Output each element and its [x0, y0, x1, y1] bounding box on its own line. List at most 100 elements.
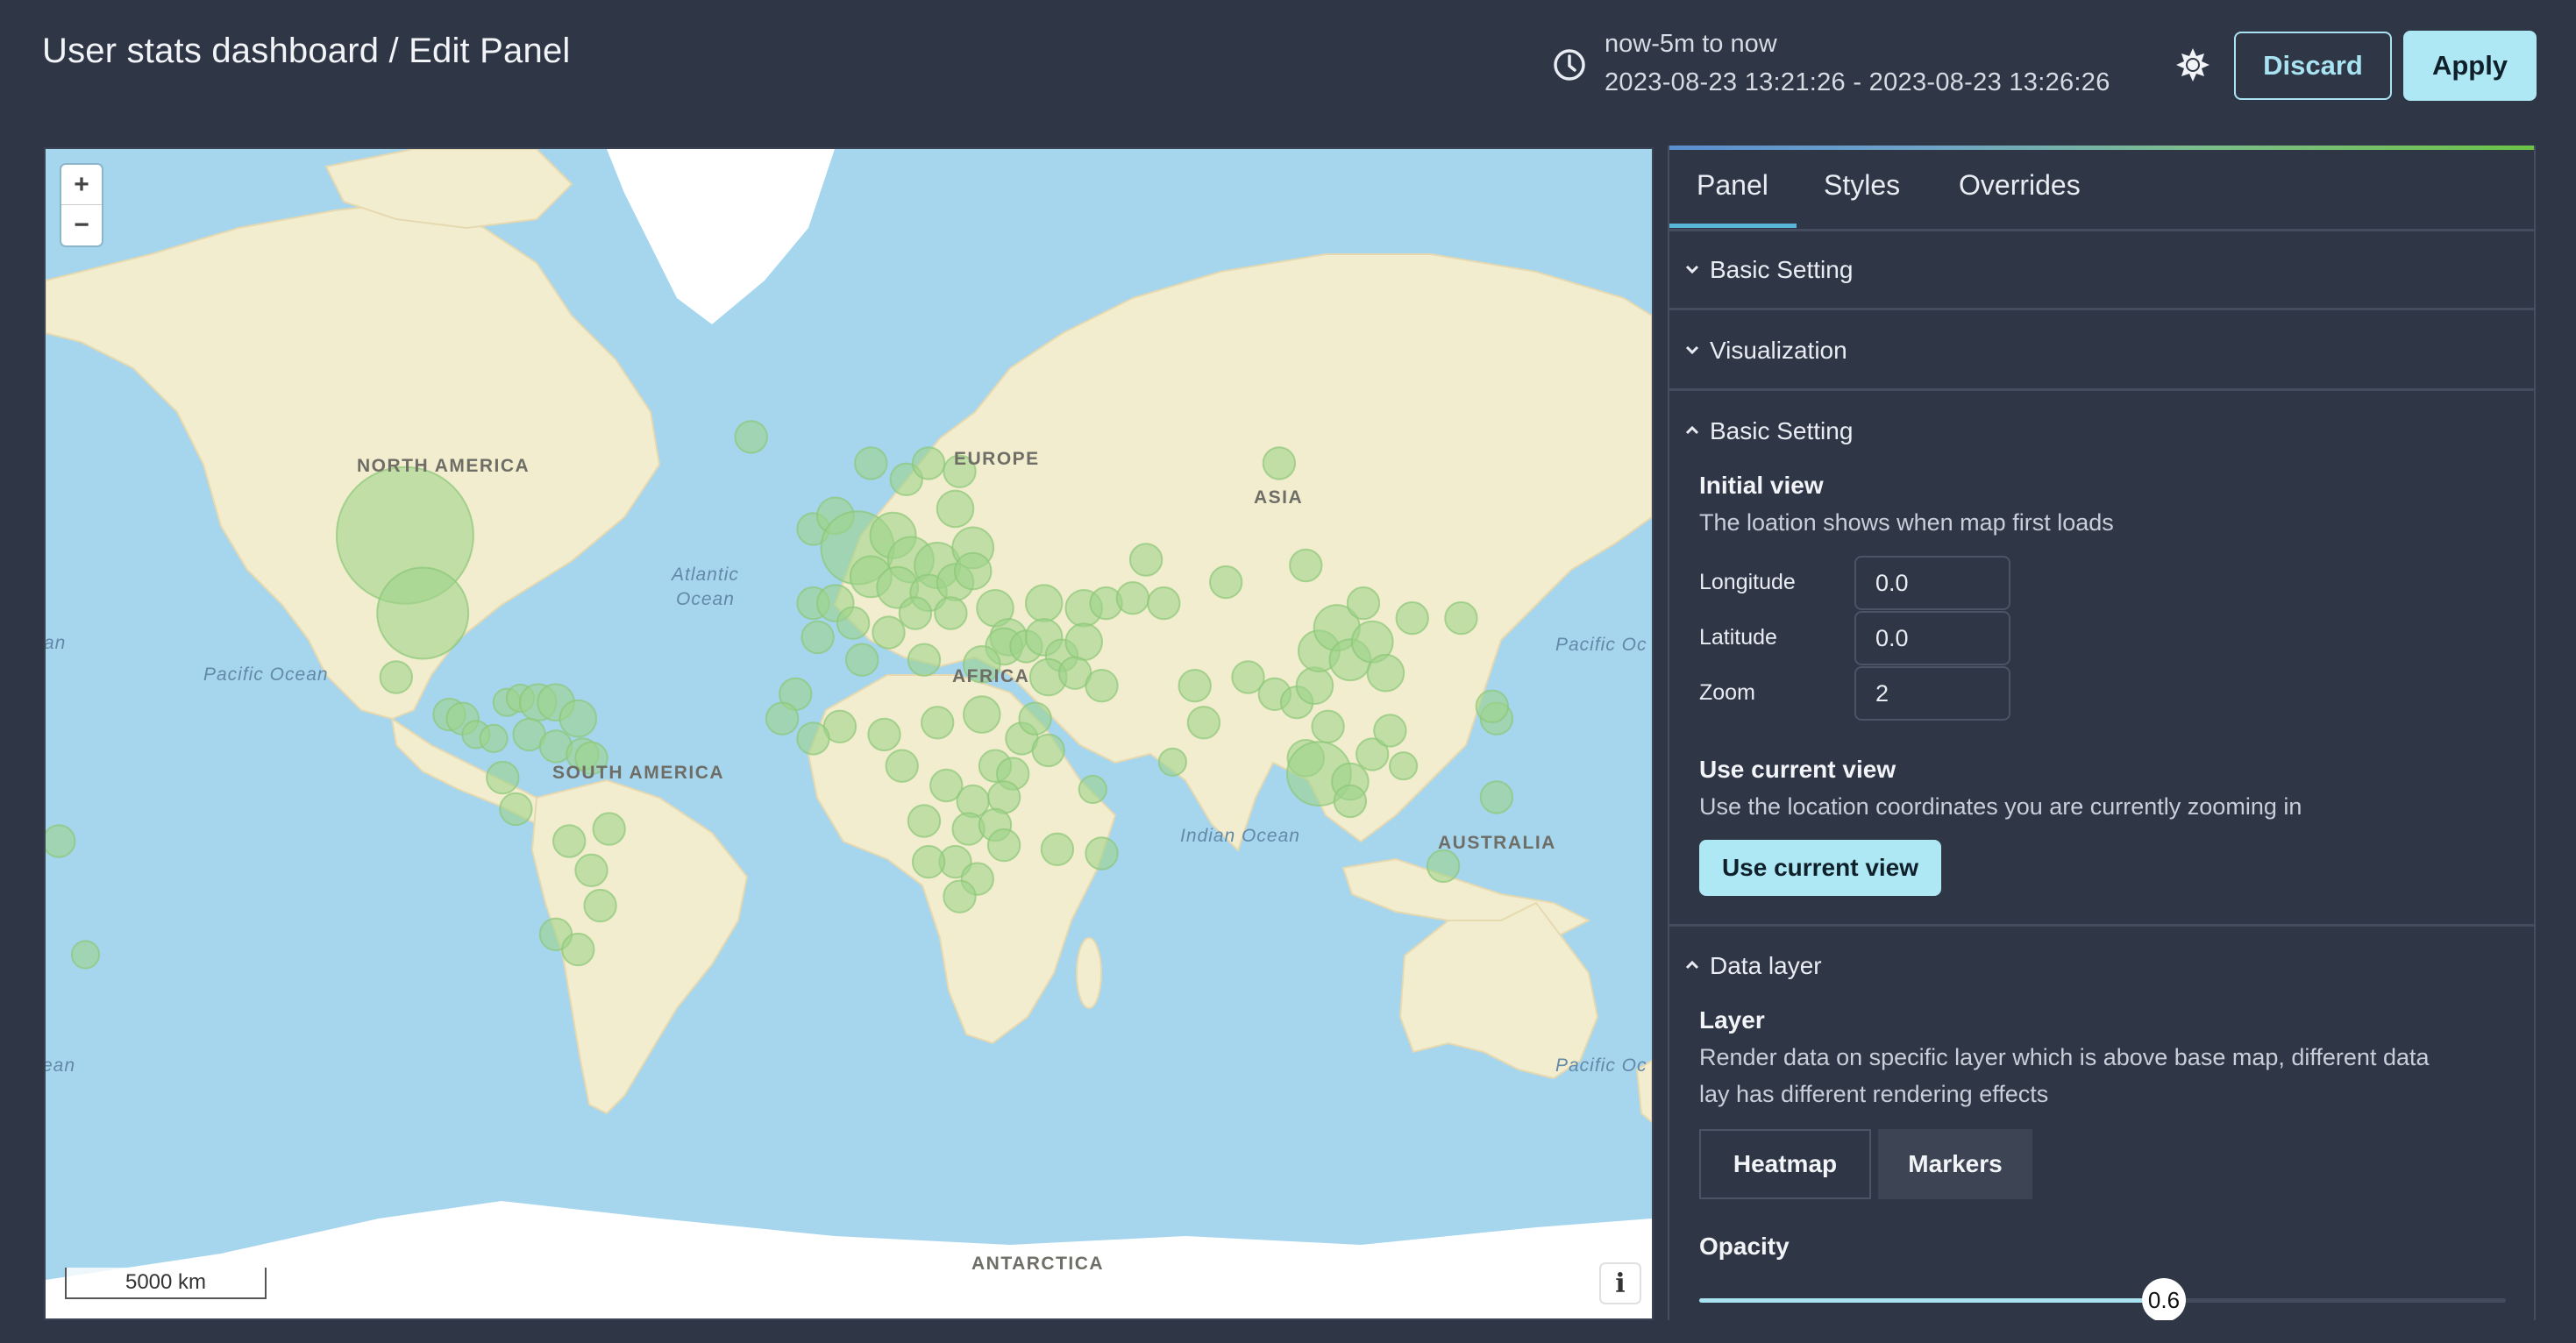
map-marker[interactable] — [379, 660, 413, 694]
map-marker[interactable] — [1444, 600, 1478, 636]
map-marker[interactable] — [1395, 600, 1429, 636]
tab-styles[interactable]: Styles — [1824, 169, 1900, 202]
map-marker[interactable] — [574, 853, 608, 887]
zoom-control: + − — [61, 165, 102, 245]
map-marker[interactable] — [592, 812, 626, 846]
section-basic-setting-collapsed[interactable]: Basic Setting — [1669, 231, 2534, 310]
label-africa: AFRICA — [952, 666, 1030, 686]
layer-option-markers[interactable]: Markers — [1878, 1129, 2032, 1199]
map-marker[interactable] — [1085, 836, 1119, 870]
layer-option-heatmap[interactable]: Heatmap — [1699, 1129, 1871, 1199]
map-marker[interactable] — [836, 606, 871, 640]
map-marker[interactable] — [986, 828, 1021, 863]
map-marker[interactable] — [845, 643, 879, 677]
world-map[interactable]: NORTH AMERICA SOUTH AMERICA EUROPE AFRIC… — [44, 147, 1654, 1320]
map-marker[interactable] — [872, 615, 906, 650]
map-marker[interactable] — [963, 695, 1001, 734]
map-marker[interactable] — [1295, 666, 1334, 706]
map-marker[interactable] — [559, 699, 598, 738]
map-marker[interactable] — [1389, 751, 1419, 781]
map-marker[interactable] — [907, 643, 942, 677]
map-marker[interactable] — [1311, 709, 1345, 743]
map-marker[interactable] — [1186, 706, 1221, 740]
zoom-out-button[interactable]: − — [61, 205, 102, 245]
map-marker[interactable] — [898, 596, 933, 630]
map-marker[interactable] — [376, 566, 470, 660]
map-marker[interactable] — [1346, 586, 1381, 621]
map-marker[interactable] — [801, 620, 835, 655]
initial-view-title: Initial view — [1699, 472, 1824, 499]
apply-button[interactable]: Apply — [2403, 31, 2537, 101]
map-marker[interactable] — [1128, 543, 1163, 577]
map-marker[interactable] — [1085, 669, 1119, 703]
map-marker[interactable] — [943, 879, 977, 913]
map-marker[interactable] — [921, 706, 955, 740]
map-marker[interactable] — [1078, 774, 1107, 805]
use-current-view-button[interactable]: Use current view — [1699, 840, 1941, 896]
map-marker[interactable] — [583, 888, 617, 923]
map-marker[interactable] — [765, 701, 800, 735]
map-marker[interactable] — [479, 723, 509, 754]
map-marker[interactable] — [885, 749, 919, 783]
map-marker[interactable] — [1178, 669, 1212, 703]
map-marker[interactable] — [46, 824, 76, 858]
map-marker[interactable] — [499, 792, 533, 827]
zoom-in-button[interactable]: + — [61, 165, 102, 205]
map-marker[interactable] — [907, 804, 942, 838]
map-marker[interactable] — [1373, 714, 1407, 748]
map-marker[interactable] — [911, 446, 946, 480]
map-marker[interactable] — [936, 489, 975, 529]
map-marker[interactable] — [1479, 780, 1514, 814]
map-marker[interactable] — [911, 844, 946, 879]
time-range-absolute[interactable]: 2023-08-23 13:21:26 - 2023-08-23 13:26:2… — [1605, 68, 2110, 97]
map-marker[interactable] — [867, 717, 901, 752]
zoom-label: Zoom — [1699, 680, 1755, 705]
zoom-input[interactable] — [1854, 666, 2010, 721]
info-button[interactable]: i — [1601, 1264, 1640, 1303]
section-basic-setting-expanded[interactable]: Basic Setting — [1669, 393, 2534, 472]
map-canvas[interactable] — [46, 149, 1652, 1318]
map-marker[interactable] — [1209, 565, 1243, 600]
discard-button[interactable]: Discard — [2234, 32, 2392, 100]
map-marker[interactable] — [1475, 689, 1510, 723]
tab-panel[interactable]: Panel — [1697, 169, 1768, 202]
longitude-input[interactable] — [1854, 556, 2010, 610]
map-marker[interactable] — [1333, 784, 1368, 819]
map-marker[interactable] — [1040, 832, 1075, 866]
opacity-slider[interactable]: 0.6 — [1699, 1278, 2506, 1320]
chevron-up-icon — [1685, 425, 1699, 435]
map-marker[interactable] — [1018, 701, 1052, 735]
map-marker[interactable] — [854, 446, 888, 480]
clock-icon[interactable] — [1552, 47, 1587, 82]
map-marker[interactable] — [486, 760, 520, 795]
section-data-layer[interactable]: Data layer — [1669, 927, 2534, 1006]
section-visualization[interactable]: Visualization — [1669, 312, 2534, 391]
time-range-label[interactable]: now-5m to now — [1605, 30, 1777, 59]
map-marker[interactable] — [561, 932, 595, 967]
map-marker[interactable] — [1157, 747, 1188, 777]
map-marker[interactable] — [70, 940, 101, 970]
map-marker[interactable] — [1031, 733, 1065, 768]
map-marker[interactable] — [1024, 584, 1064, 622]
map-marker[interactable] — [1115, 581, 1150, 615]
panel-tabs: Panel Styles Overrides — [1669, 150, 2534, 231]
longitude-label: Longitude — [1699, 570, 1796, 594]
map-marker[interactable] — [934, 596, 968, 630]
label-indian-ocean: Indian Ocean — [1180, 826, 1300, 846]
section-label: Data layer — [1710, 952, 1822, 979]
sun-icon[interactable] — [2174, 46, 2211, 83]
opacity-slider-thumb[interactable]: 0.6 — [2142, 1278, 2186, 1320]
map-marker[interactable] — [552, 824, 587, 858]
map-marker[interactable] — [1262, 446, 1297, 480]
latitude-input[interactable] — [1854, 611, 2010, 665]
map-marker[interactable] — [1147, 586, 1181, 621]
map-marker[interactable] — [1366, 653, 1405, 693]
map-marker[interactable] — [1426, 849, 1461, 884]
land-madagascar — [1076, 937, 1102, 1009]
map-marker[interactable] — [1064, 622, 1103, 662]
map-marker[interactable] — [953, 551, 993, 591]
map-marker[interactable] — [734, 420, 768, 454]
map-marker[interactable] — [796, 721, 830, 756]
tab-overrides[interactable]: Overrides — [1959, 169, 2081, 202]
map-marker[interactable] — [1289, 548, 1323, 583]
